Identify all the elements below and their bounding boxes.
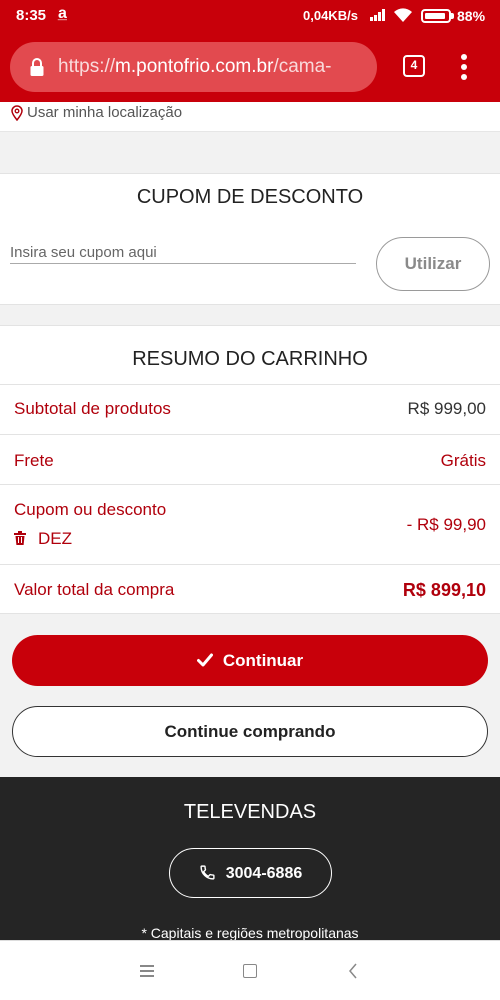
keep-shopping-button[interactable]: Continue comprando bbox=[12, 706, 488, 757]
discount-row: Cupom ou desconto DEZ - R$ 99,90 bbox=[0, 484, 500, 564]
location-pin-icon bbox=[11, 105, 23, 121]
system-nav-bar bbox=[0, 940, 500, 1000]
remove-coupon[interactable]: DEZ bbox=[14, 529, 72, 549]
check-icon bbox=[196, 653, 213, 666]
discount-label: Cupom ou desconto bbox=[14, 500, 167, 519]
battery-icon bbox=[421, 9, 451, 23]
status-bar: 8:35 a̲ 0,04KB/s 88% bbox=[0, 0, 500, 32]
cart-summary: RESUMO DO CARRINHO Subtotal de produtos … bbox=[0, 325, 500, 614]
subtotal-row: Subtotal de produtos R$ 999,00 bbox=[0, 384, 500, 434]
nav-back-icon[interactable] bbox=[348, 963, 358, 979]
nav-home-icon[interactable] bbox=[243, 964, 257, 978]
trash-icon[interactable] bbox=[14, 531, 26, 545]
wifi-icon bbox=[394, 8, 412, 22]
continue-label: Continuar bbox=[222, 650, 304, 670]
subtotal-label: Subtotal de produtos bbox=[14, 399, 171, 418]
phone-icon bbox=[200, 864, 215, 880]
network-speed: 0,04KB/s bbox=[303, 8, 358, 23]
coupon-input[interactable] bbox=[10, 242, 356, 264]
total-value: R$ 899,10 bbox=[402, 580, 486, 600]
shipping-value: Grátis bbox=[440, 451, 486, 470]
phone-button[interactable]: 3004-6886 bbox=[169, 848, 332, 898]
notification-icon: a̲ bbox=[58, 5, 67, 22]
tabs-icon[interactable]: 4 bbox=[403, 55, 425, 77]
more-menu-icon[interactable] bbox=[461, 54, 467, 80]
coupon-code: DEZ bbox=[38, 529, 72, 548]
discount-value: - R$ 99,90 bbox=[406, 515, 486, 534]
use-location-row[interactable]: Usar minha localização bbox=[0, 102, 500, 132]
coupon-section: CUPOM DE DESCONTO Utilizar bbox=[0, 173, 500, 305]
telesales-title: TELEVENDAS bbox=[183, 801, 317, 823]
phone-number: 3004-6886 bbox=[225, 864, 303, 882]
battery-cap bbox=[451, 13, 454, 19]
use-location-label: Usar minha localização bbox=[27, 104, 183, 121]
url-text: https://m.pontofrio.com.br/cama- bbox=[58, 56, 332, 77]
shipping-label: Frete bbox=[14, 451, 54, 470]
telesales-footer: TELEVENDAS 3004-6886 * Capitais e regiõe… bbox=[0, 777, 500, 940]
total-row: Valor total da compra R$ 899,10 bbox=[0, 564, 500, 615]
signal-icon bbox=[370, 9, 386, 21]
total-label: Valor total da compra bbox=[14, 580, 175, 599]
continue-button[interactable]: Continuar bbox=[12, 635, 488, 686]
subtotal-value: R$ 999,00 bbox=[407, 399, 486, 418]
shipping-row: Frete Grátis bbox=[0, 434, 500, 484]
url-bar[interactable]: https://m.pontofrio.com.br/cama- bbox=[10, 42, 377, 92]
apply-coupon-button[interactable]: Utilizar bbox=[376, 237, 490, 291]
browser-toolbar: https://m.pontofrio.com.br/cama- 4 bbox=[0, 32, 500, 102]
battery-percent: 88% bbox=[457, 8, 486, 24]
summary-title: RESUMO DO CARRINHO bbox=[132, 348, 368, 370]
status-time: 8:35 bbox=[16, 7, 47, 24]
coupon-title: CUPOM DE DESCONTO bbox=[136, 186, 364, 208]
lock-icon bbox=[30, 58, 44, 76]
telesales-note: * Capitais e regiões metropolitanas bbox=[141, 925, 359, 940]
nav-menu-icon[interactable] bbox=[140, 965, 154, 977]
